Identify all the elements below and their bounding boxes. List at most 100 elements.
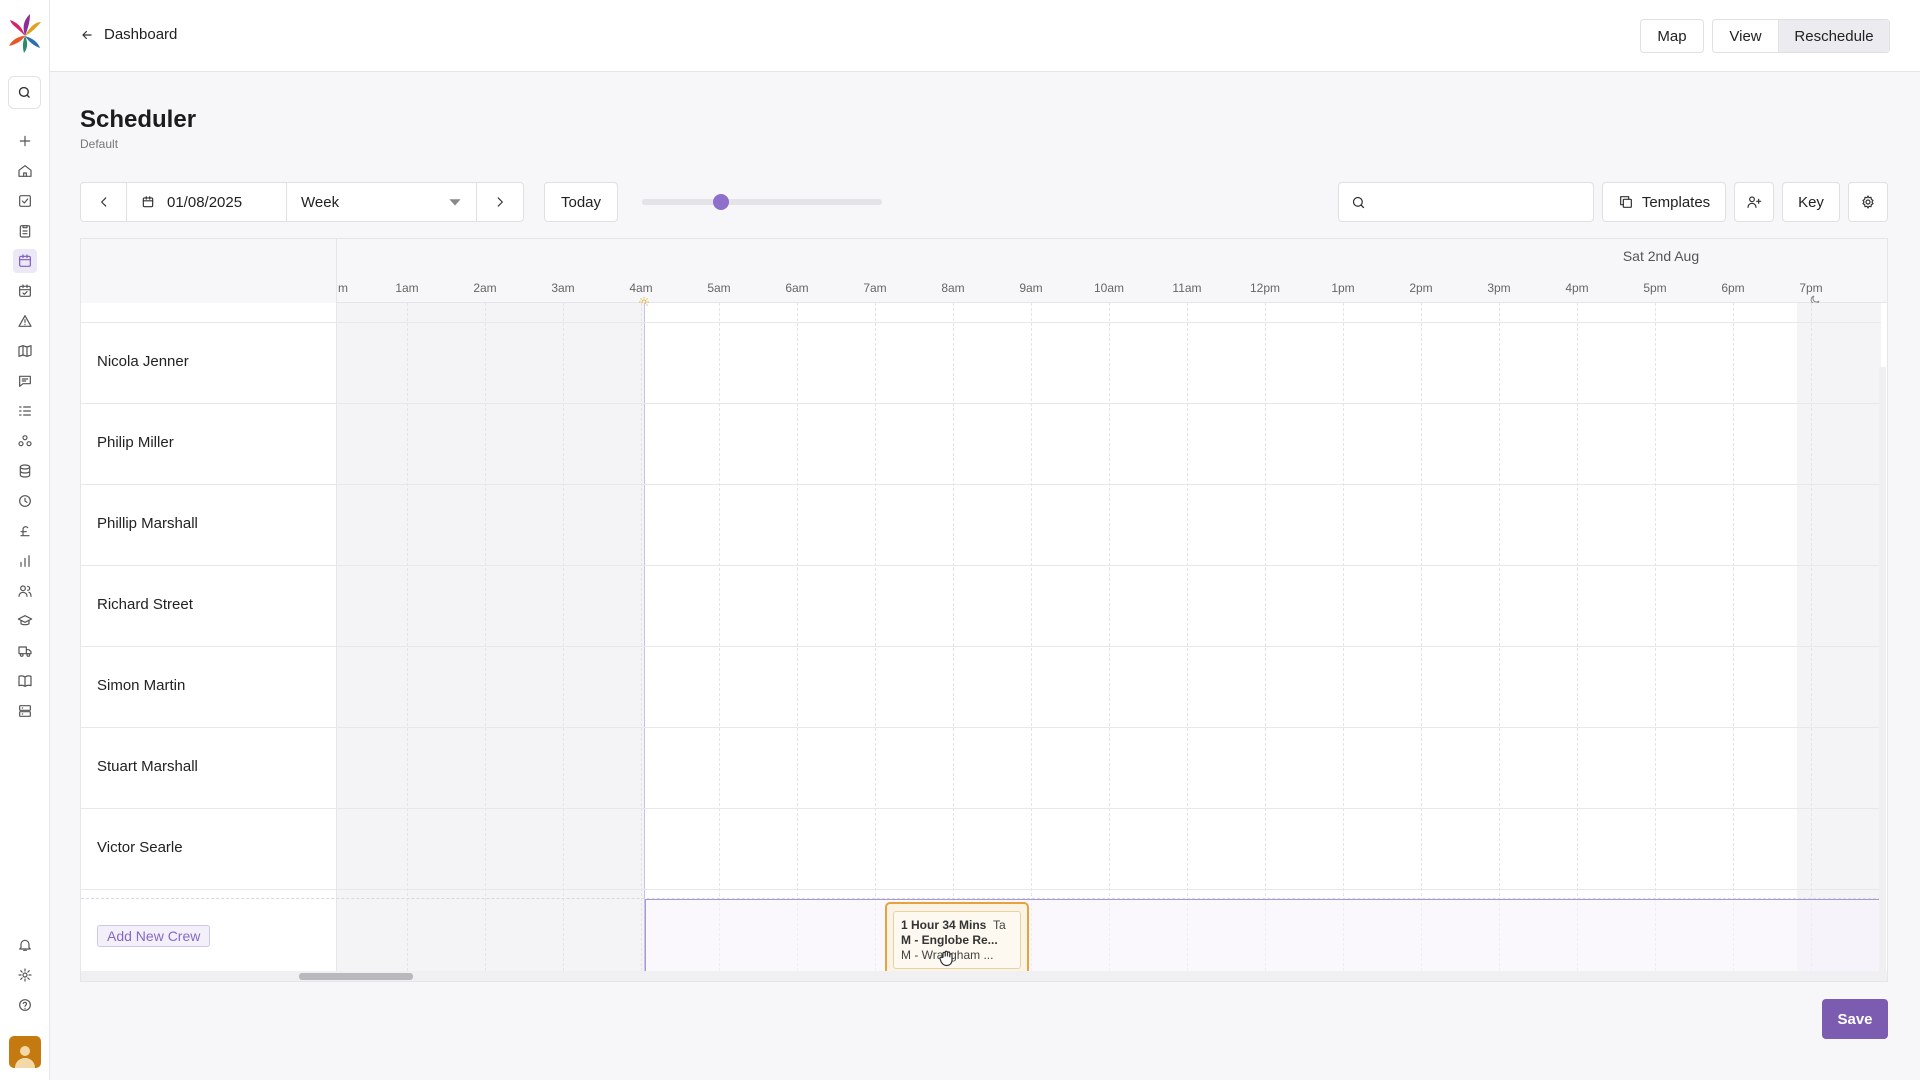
timeline-header: Sat 2nd Aug m 1am 2am 3am 4am 5am 6am 7am 8am 9am… [81, 239, 1887, 307]
checkbox-icon [19, 195, 31, 207]
sidebar-item-database[interactable] [13, 459, 37, 483]
sidebar-item-home[interactable] [13, 159, 37, 183]
next-button[interactable] [477, 183, 523, 221]
crew-row[interactable]: Richard Street [81, 566, 1881, 647]
sidebar-item-settings[interactable] [13, 963, 37, 987]
move-cursor-icon [939, 950, 953, 967]
book-icon [18, 675, 32, 687]
top-bar: Dashboard Map View Reschedule [50, 0, 1920, 72]
sidebar-item-tasks[interactable] [13, 189, 37, 213]
logo-icon[interactable] [8, 14, 42, 54]
arrow-left-icon [82, 30, 92, 39]
templates-button[interactable]: Templates [1602, 182, 1726, 222]
sidebar-item-users[interactable] [13, 579, 37, 603]
job-card-header: 1 Hour 34 Mins Ta [901, 918, 1013, 933]
sidebar-item-training[interactable] [13, 609, 37, 633]
date-picker[interactable]: 01/08/2025 [127, 183, 287, 221]
map-button[interactable]: Map [1640, 19, 1704, 53]
crew-row[interactable]: Philip Miller [81, 404, 1881, 485]
range-select[interactable]: Week [287, 183, 477, 221]
crew-row[interactable]: Nicola Jenner [81, 323, 1881, 404]
page-subtitle: Default [80, 137, 119, 151]
horizontal-scrollbar-thumb[interactable] [299, 973, 413, 980]
hour-label: 4am [629, 281, 653, 295]
crew-row[interactable]: Phillip Marshall [81, 485, 1881, 566]
vertical-scrollbar[interactable] [1879, 367, 1886, 981]
hour-label: 6am [785, 281, 809, 295]
sidebar-item-notifications[interactable] [13, 933, 37, 957]
hour-label: 5pm [1643, 281, 1667, 295]
hour-label: 7am [863, 281, 887, 295]
user-avatar-icon [15, 1046, 35, 1068]
job-tag: Ta [993, 918, 1006, 932]
sidebar-item-jobs[interactable] [13, 219, 37, 243]
sidebar [0, 0, 50, 1080]
crew-row[interactable]: Stuart Marshall [81, 728, 1881, 809]
day-label: Sat 2nd Aug [1622, 248, 1700, 264]
add-crew-member-button[interactable] [1734, 182, 1774, 222]
reschedule-mode-button[interactable]: Reschedule [1779, 20, 1889, 52]
search-field[interactable] [1338, 182, 1594, 222]
user-plus-icon [1747, 196, 1762, 208]
avatar[interactable] [9, 1036, 41, 1068]
back-to-dashboard-link[interactable]: Dashboard [80, 26, 177, 43]
previous-button[interactable] [81, 183, 127, 221]
horizontal-scrollbar[interactable] [81, 971, 1887, 981]
network-icon [18, 435, 32, 447]
search-icon [18, 86, 30, 98]
search-icon [1352, 196, 1365, 208]
database-icon [19, 464, 31, 478]
drop-zone[interactable] [645, 899, 1881, 979]
sidebar-item-bookings[interactable] [13, 279, 37, 303]
hour-label: 11am [1172, 281, 1202, 295]
save-button[interactable]: Save [1822, 999, 1888, 1039]
today-button[interactable]: Today [544, 182, 618, 222]
hour-label: 9am [1019, 281, 1043, 295]
hour-label: 12pm [1249, 281, 1281, 295]
job-line-2: M - Wrangham ... [901, 948, 994, 962]
sidebar-item-vehicles[interactable] [13, 639, 37, 663]
search-input[interactable] [1374, 194, 1574, 210]
key-button[interactable]: Key [1782, 182, 1840, 222]
sidebar-item-alerts[interactable] [13, 309, 37, 333]
hour-label: 10am [1093, 281, 1125, 295]
clock-icon [19, 495, 31, 507]
zoom-slider-track [642, 199, 722, 205]
gear-icon [18, 968, 32, 982]
sidebar-item-help[interactable] [13, 993, 37, 1017]
truck-icon [18, 646, 32, 657]
help-icon [19, 999, 31, 1011]
gear-icon [1862, 195, 1874, 209]
hour-label: 3am [551, 281, 575, 295]
sidebar-item-reports[interactable] [13, 549, 37, 573]
sidebar-item-network[interactable] [13, 429, 37, 453]
chevron-left-icon [100, 197, 106, 207]
crew-name: Richard Street [97, 596, 193, 613]
home-icon [18, 165, 32, 177]
job-card[interactable]: 1 Hour 34 Mins Ta M - Englobe Re... M - … [885, 902, 1029, 978]
sidebar-search-button[interactable] [8, 76, 41, 109]
sidebar-item-map[interactable] [13, 339, 37, 363]
sidebar-item-time[interactable] [13, 489, 37, 513]
zoom-slider-handle[interactable] [713, 194, 730, 210]
crew-row[interactable]: Simon Martin [81, 647, 1881, 728]
page-title: Scheduler [80, 106, 197, 133]
sidebar-item-add[interactable] [13, 129, 37, 153]
sidebar-item-docs[interactable] [13, 669, 37, 693]
sidebar-item-messages[interactable] [13, 369, 37, 393]
server-icon [19, 705, 31, 717]
hour-label: 8am [941, 281, 965, 295]
view-mode-button[interactable]: View [1713, 20, 1779, 52]
sidebar-item-finance[interactable] [13, 519, 37, 543]
calendar-icon [142, 196, 154, 208]
zoom-slider[interactable] [642, 194, 882, 210]
job-line-1: M - Englobe Re... [901, 933, 998, 947]
sidebar-item-servers[interactable] [13, 699, 37, 723]
range-value: Week [301, 193, 340, 211]
scheduler-settings-button[interactable] [1848, 182, 1888, 222]
crew-row[interactable]: Victor Searle [81, 809, 1881, 890]
calendar-check-icon [19, 284, 31, 297]
sidebar-item-lists[interactable] [13, 399, 37, 423]
add-new-crew-button[interactable]: Add New Crew [97, 925, 211, 947]
sidebar-item-scheduler[interactable] [13, 249, 37, 273]
